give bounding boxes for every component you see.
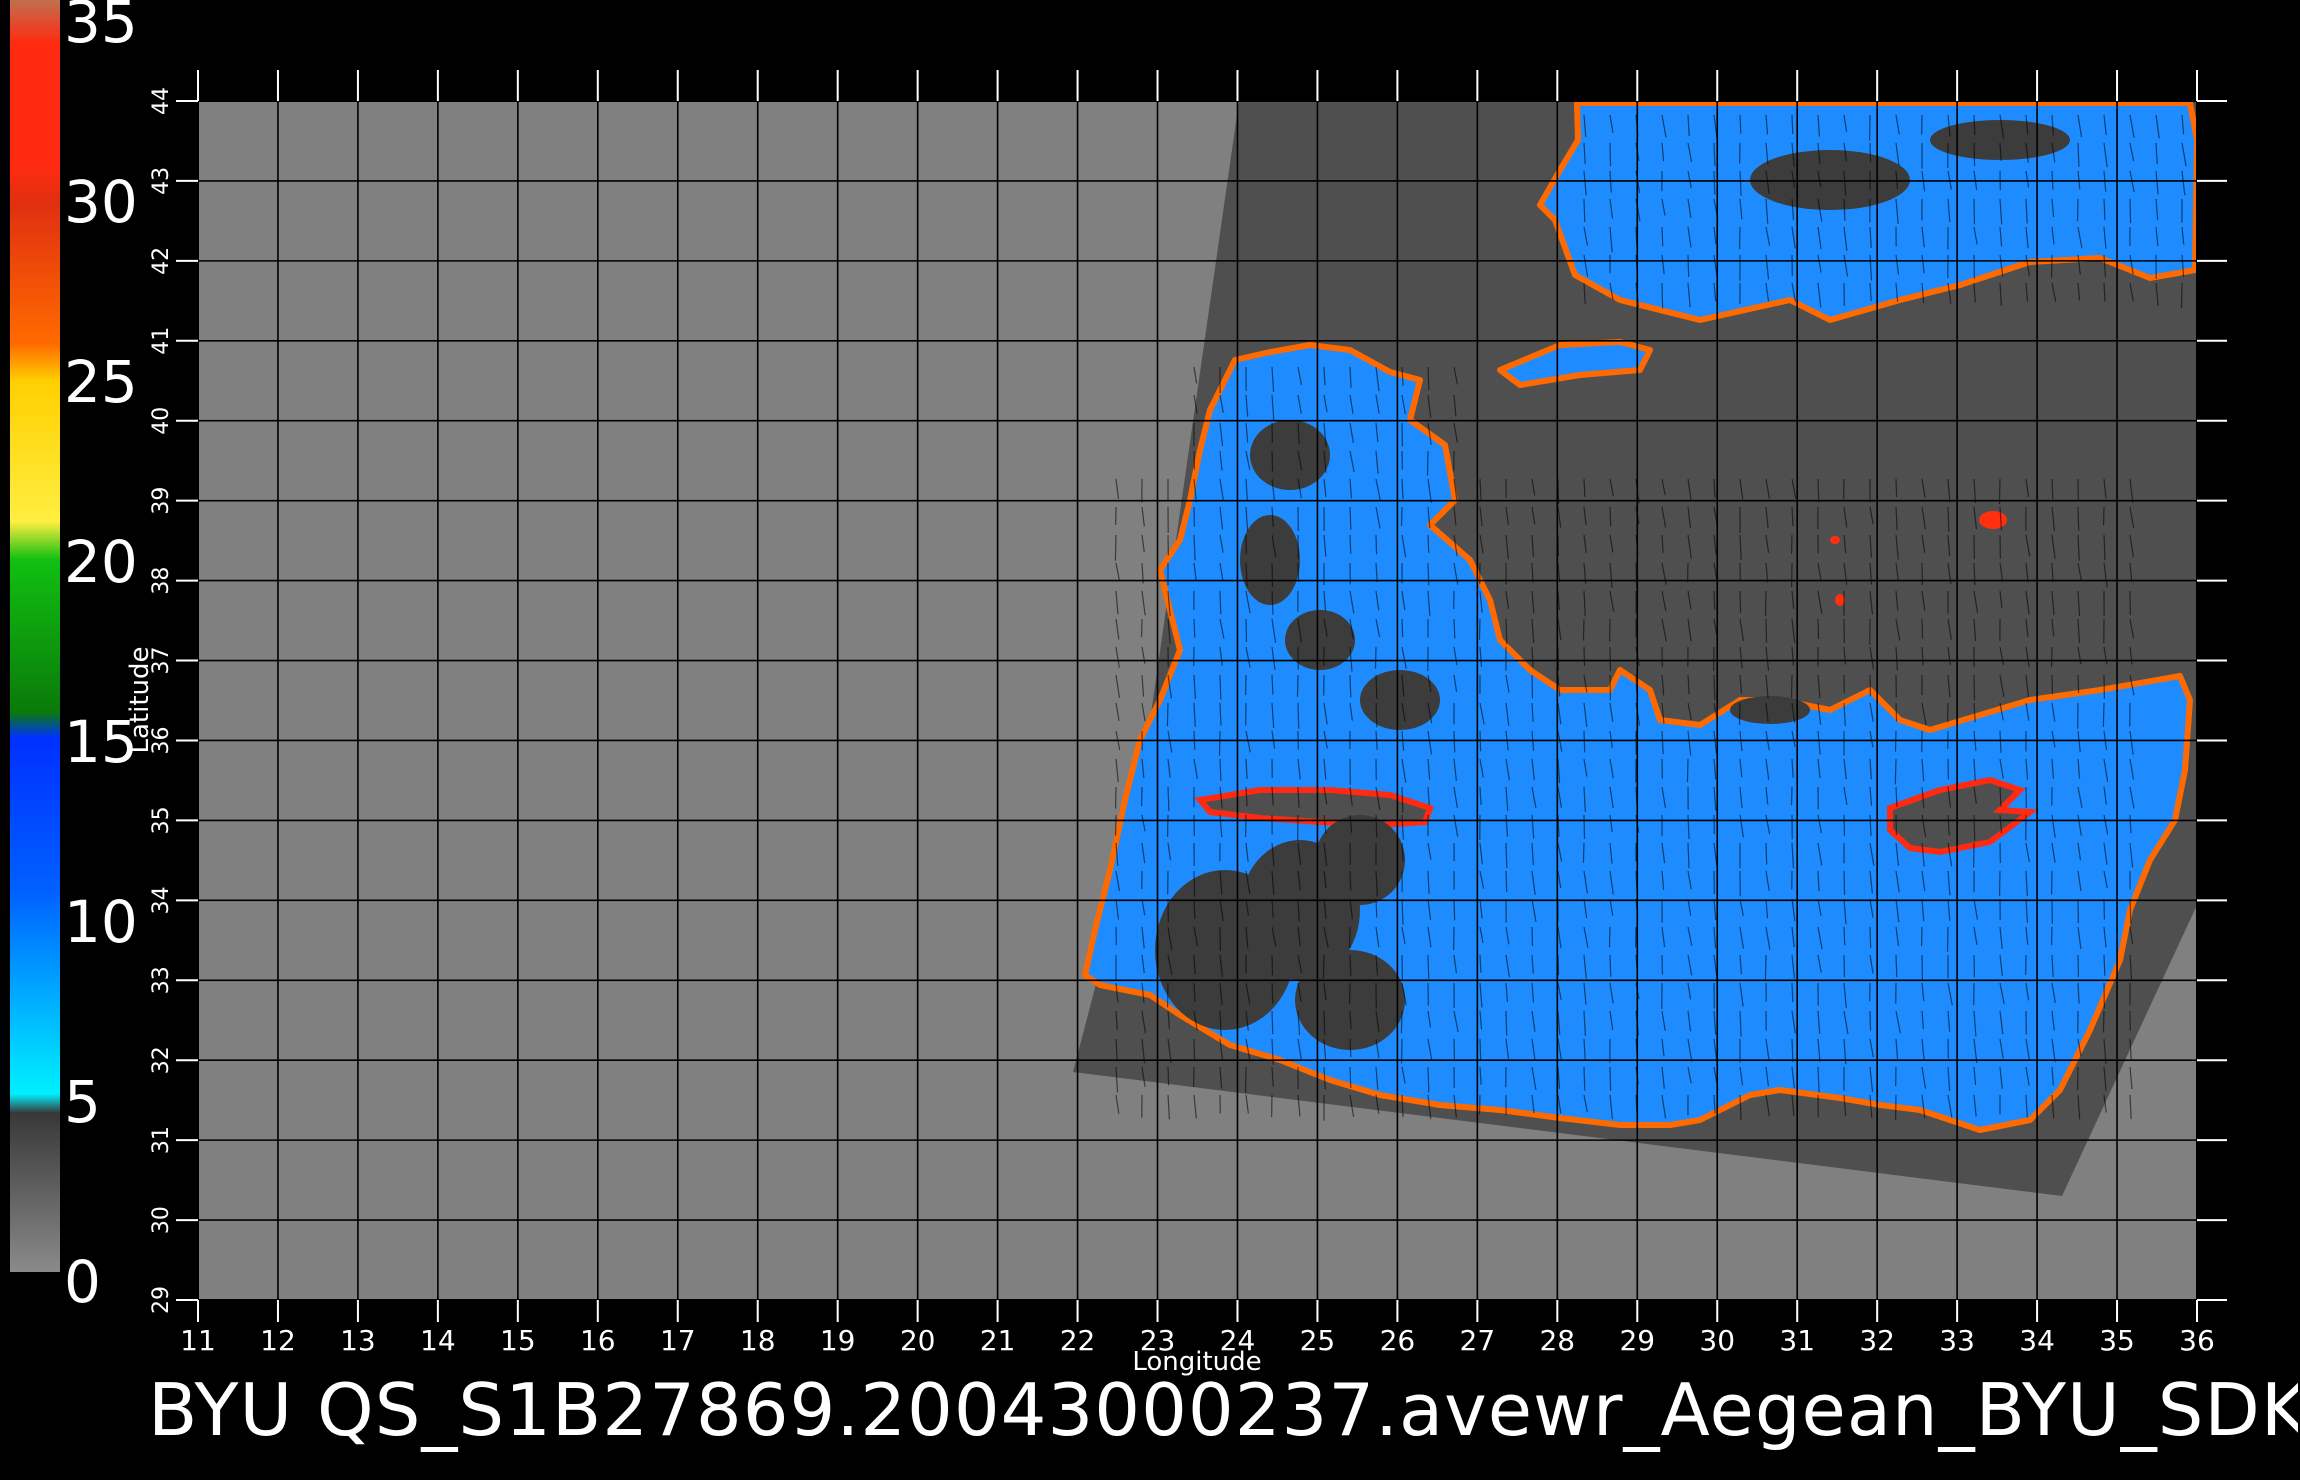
lon-tick-label: 21 <box>980 1324 1016 1357</box>
lat-tick-label: 34 <box>149 886 174 914</box>
colorbar-label: 5 <box>64 1068 101 1136</box>
lat-tick-label: 35 <box>149 806 174 834</box>
lon-tick-label: 30 <box>1699 1324 1735 1357</box>
lat-tick-label: 40 <box>149 407 174 435</box>
lon-tick-label: 19 <box>820 1324 856 1357</box>
lon-tick-label: 34 <box>2019 1324 2055 1357</box>
lon-tick-label: 26 <box>1380 1324 1416 1357</box>
lon-tick-label: 35 <box>2099 1324 2135 1357</box>
lat-tick-label: 41 <box>149 327 174 355</box>
lon-tick-label: 12 <box>260 1324 296 1357</box>
lon-tick-label: 33 <box>1939 1324 1975 1357</box>
lon-tick-label: 32 <box>1859 1324 1895 1357</box>
lon-tick-label: 25 <box>1300 1324 1336 1357</box>
lon-tick-label: 14 <box>420 1324 456 1357</box>
lat-tick-label: 44 <box>149 87 174 115</box>
lon-tick-label: 28 <box>1539 1324 1575 1357</box>
lon-tick-label: 13 <box>340 1324 376 1357</box>
lat-tick-label: 31 <box>149 1126 174 1154</box>
product-caption: BYU QS_S1B27869.20043000237.avewr_Aegean… <box>148 1368 2298 1452</box>
lat-tick-label: 38 <box>149 567 174 595</box>
lon-tick-label: 36 <box>2179 1324 2215 1357</box>
lat-tick-label: 42 <box>149 247 174 275</box>
lon-tick-label: 22 <box>1060 1324 1096 1357</box>
lat-tick-label: 43 <box>149 167 174 195</box>
colorbar: 35302520151050 <box>10 0 138 1316</box>
lon-tick-label: 11 <box>180 1324 216 1357</box>
map-plot: 11 12 13 14 15 16 17 18 19 20 21 22 23 24 25 26 27 28 29 30… <box>125 70 2227 1377</box>
lon-tick-label: 16 <box>580 1324 616 1357</box>
lon-tick-label: 31 <box>1779 1324 1815 1357</box>
lat-tick-label: 33 <box>149 966 174 994</box>
lon-tick-label: 29 <box>1619 1324 1655 1357</box>
lat-tick-label: 39 <box>149 487 174 515</box>
y-axis-title: Latitude <box>125 646 155 753</box>
lon-tick-label: 15 <box>500 1324 536 1357</box>
colorbar-label: 20 <box>64 528 138 596</box>
colorbar-label: 30 <box>64 168 138 236</box>
lon-tick-label: 18 <box>740 1324 776 1357</box>
lon-tick-label: 17 <box>660 1324 696 1357</box>
lat-tick-label: 32 <box>149 1046 174 1074</box>
wind-map-figure: 35 30 25 20 15 10 5 0 11 12 13 14 15 16 17 18 1… <box>10 0 2227 1377</box>
colorbar-label: 0 <box>64 1248 101 1316</box>
lon-tick-label: 20 <box>900 1324 936 1357</box>
colorbar-label: 10 <box>64 888 138 956</box>
lat-tick-label: 29 <box>149 1286 174 1314</box>
colorbar-label: 25 <box>64 348 138 416</box>
colorbar-label: 35 <box>64 0 138 56</box>
lon-tick-label: 27 <box>1460 1324 1496 1357</box>
lat-tick-label: 30 <box>149 1206 174 1234</box>
colorbar-scale <box>10 0 60 1272</box>
